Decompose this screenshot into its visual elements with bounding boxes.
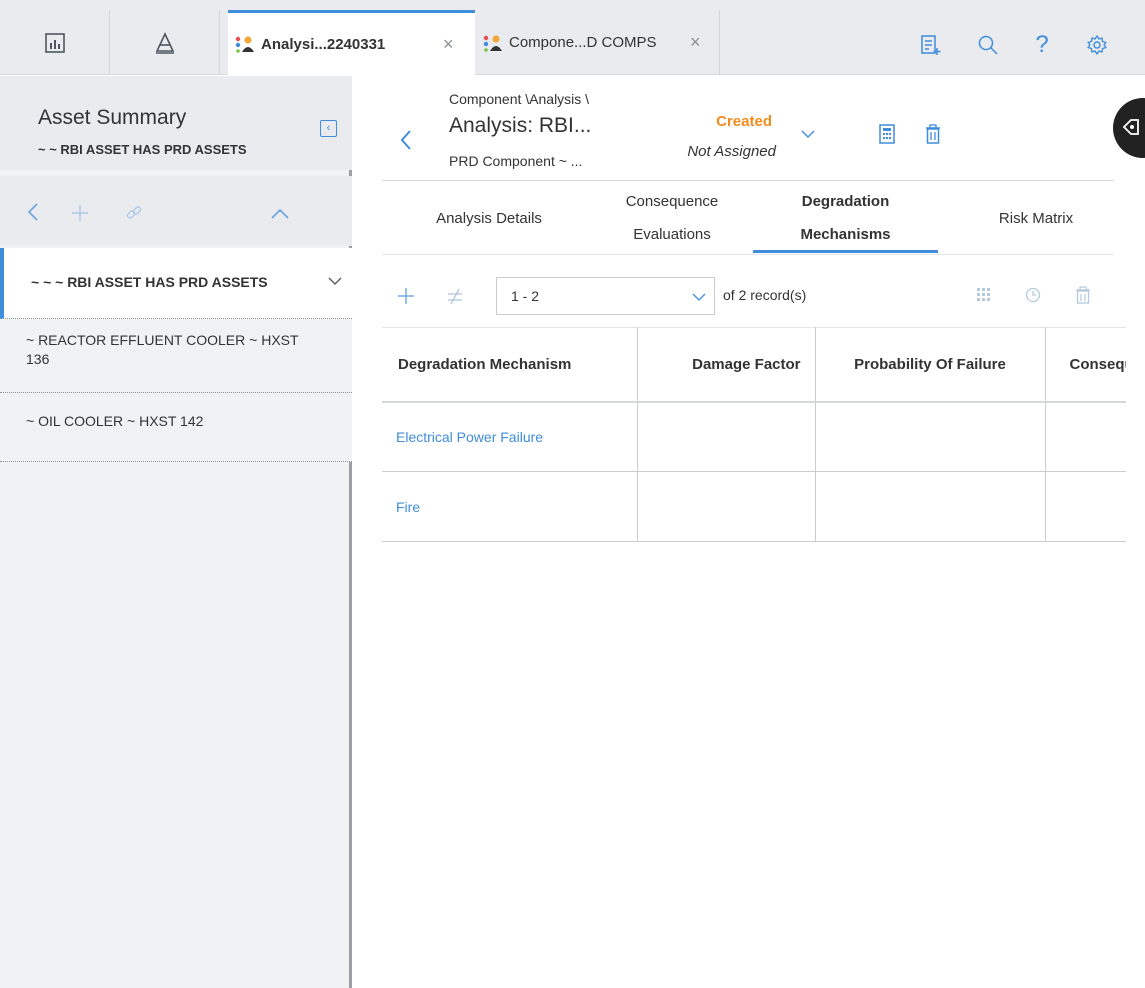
tab-analysis-label: Analysi...2240331 bbox=[261, 35, 386, 53]
tree-item-label: ~ ~ ~ RBI ASSET HAS PRD ASSETS bbox=[31, 274, 268, 290]
dashboard-nav-button[interactable] bbox=[0, 10, 110, 75]
table-row: Electrical Power Failure bbox=[382, 401, 1126, 472]
trash-icon[interactable] bbox=[1075, 286, 1091, 304]
breadcrumb: Component \Analysis \ bbox=[449, 91, 590, 107]
bar-chart-icon bbox=[44, 32, 65, 53]
column-header-damage-factor[interactable]: Damage Factor bbox=[637, 327, 816, 403]
record-count: of 2 record(s) bbox=[723, 287, 807, 303]
expand-dock-icon[interactable] bbox=[1119, 116, 1141, 138]
not-equal-icon[interactable] bbox=[445, 286, 465, 306]
top-tab-bar: Analysi...2240331 × Compone...D COMPS × … bbox=[0, 0, 1145, 75]
collapse-panel-icon[interactable]: ‹ bbox=[320, 120, 337, 137]
asset-tree: ~ ~ ~ RBI ASSET HAS PRD ASSETS ~ REACTOR… bbox=[0, 248, 352, 462]
column-header-consequence[interactable]: Consequ bbox=[1045, 327, 1126, 403]
tab-component-label: Compone...D COMPS bbox=[509, 34, 657, 51]
tab-analysis[interactable]: Analysi...2240331 × bbox=[228, 10, 475, 75]
assignment-label: Not Assigned bbox=[687, 143, 776, 160]
degradation-mechanism-link[interactable]: Fire bbox=[382, 471, 638, 542]
tab-component[interactable]: Compone...D COMPS × bbox=[476, 10, 720, 75]
table-cell bbox=[637, 401, 816, 472]
page-range-value: 1 - 2 bbox=[511, 288, 540, 304]
close-icon[interactable]: × bbox=[690, 32, 701, 53]
back-icon[interactable] bbox=[398, 128, 414, 152]
table-cell bbox=[637, 471, 816, 542]
table-header-row: Degradation Mechanism Damage Factor Prob… bbox=[382, 327, 1126, 403]
component-people-icon bbox=[483, 34, 502, 52]
page-title: Analysis: RBI... bbox=[449, 114, 592, 137]
add-icon[interactable] bbox=[396, 286, 416, 306]
table-row: Fire bbox=[382, 471, 1126, 542]
tab-label-line1: Degradation bbox=[801, 193, 890, 210]
back-icon[interactable] bbox=[26, 202, 40, 222]
column-header-degradation-mechanism[interactable]: Degradation Mechanism bbox=[382, 327, 638, 403]
tabs-divider bbox=[382, 254, 1114, 255]
table-cell bbox=[1045, 401, 1126, 472]
tree-item-reactor-cooler[interactable]: ~ REACTOR EFFLUENT COOLER ~ HXST 136 bbox=[0, 319, 352, 393]
grid-view-icon[interactable] bbox=[976, 286, 992, 304]
calculator-icon[interactable] bbox=[878, 124, 896, 144]
pyramid-icon bbox=[155, 31, 174, 54]
tab-label-line2: Mechanisms bbox=[800, 226, 891, 243]
content-tabs: Analysis Details Consequence Evaluations… bbox=[382, 182, 1114, 254]
active-tab-underline bbox=[753, 250, 938, 253]
checklist-add-icon[interactable] bbox=[918, 33, 942, 57]
data-table: Degradation Mechanism Damage Factor Prob… bbox=[382, 327, 1126, 542]
tab-consequence-evaluations[interactable]: Consequence Evaluations bbox=[592, 182, 752, 254]
tab-label-line2: Evaluations bbox=[633, 226, 711, 243]
tab-degradation-mechanisms[interactable]: Degradation Mechanisms bbox=[753, 182, 938, 254]
tree-item-label: ~ REACTOR EFFLUENT COOLER ~ HXST 136 bbox=[26, 332, 299, 367]
degradation-mechanisms-grid: Degradation Mechanism Damage Factor Prob… bbox=[382, 327, 1126, 542]
tree-item-label: ~ OIL COOLER ~ HXST 142 bbox=[26, 413, 204, 429]
chevron-down-icon[interactable] bbox=[800, 126, 816, 142]
state-label: Created bbox=[716, 113, 772, 130]
header-divider bbox=[382, 180, 1114, 181]
clock-icon[interactable] bbox=[1025, 286, 1041, 304]
page-range-select[interactable]: 1 - 2 bbox=[496, 277, 715, 315]
tab-risk-matrix[interactable]: Risk Matrix bbox=[976, 182, 1096, 254]
tab-analysis-details[interactable]: Analysis Details bbox=[414, 182, 564, 254]
degradation-mechanism-link[interactable]: Electrical Power Failure bbox=[382, 401, 638, 472]
trash-icon[interactable] bbox=[924, 124, 942, 144]
gear-icon[interactable] bbox=[1085, 33, 1109, 57]
asset-summary-title: Asset Summary bbox=[38, 106, 187, 129]
column-header-probability-of-failure[interactable]: Probability Of Failure bbox=[815, 327, 1046, 403]
chevron-up-icon[interactable] bbox=[270, 206, 290, 220]
link-icon[interactable] bbox=[124, 203, 144, 223]
analysis-people-icon bbox=[235, 36, 254, 53]
table-cell bbox=[1045, 471, 1126, 542]
chevron-down-icon bbox=[692, 293, 706, 301]
table-cell bbox=[815, 401, 1046, 472]
hierarchy-nav-button[interactable] bbox=[110, 10, 220, 75]
table-cell bbox=[815, 471, 1046, 542]
tree-item-rbi-asset[interactable]: ~ ~ ~ RBI ASSET HAS PRD ASSETS bbox=[0, 248, 352, 319]
tab-label: Risk Matrix bbox=[998, 209, 1074, 227]
tree-toolbar bbox=[0, 176, 352, 246]
tree-item-oil-cooler[interactable]: ~ OIL COOLER ~ HXST 142 bbox=[0, 393, 352, 462]
page-subtitle: PRD Component ~ ... bbox=[449, 153, 583, 169]
search-icon[interactable] bbox=[976, 33, 1000, 57]
add-icon[interactable] bbox=[70, 203, 90, 223]
help-icon[interactable]: ? bbox=[1030, 31, 1054, 58]
asset-summary-panel: Asset Summary ~ ~ RBI ASSET HAS PRD ASSE… bbox=[0, 76, 352, 988]
tab-label: Analysis Details bbox=[436, 209, 542, 227]
chevron-down-icon[interactable] bbox=[328, 274, 342, 288]
tab-label-line1: Consequence bbox=[625, 193, 719, 210]
close-icon[interactable]: × bbox=[443, 34, 454, 55]
asset-summary-header: Asset Summary ~ ~ RBI ASSET HAS PRD ASSE… bbox=[0, 76, 352, 170]
asset-summary-subtitle: ~ ~ RBI ASSET HAS PRD ASSETS bbox=[38, 142, 247, 157]
